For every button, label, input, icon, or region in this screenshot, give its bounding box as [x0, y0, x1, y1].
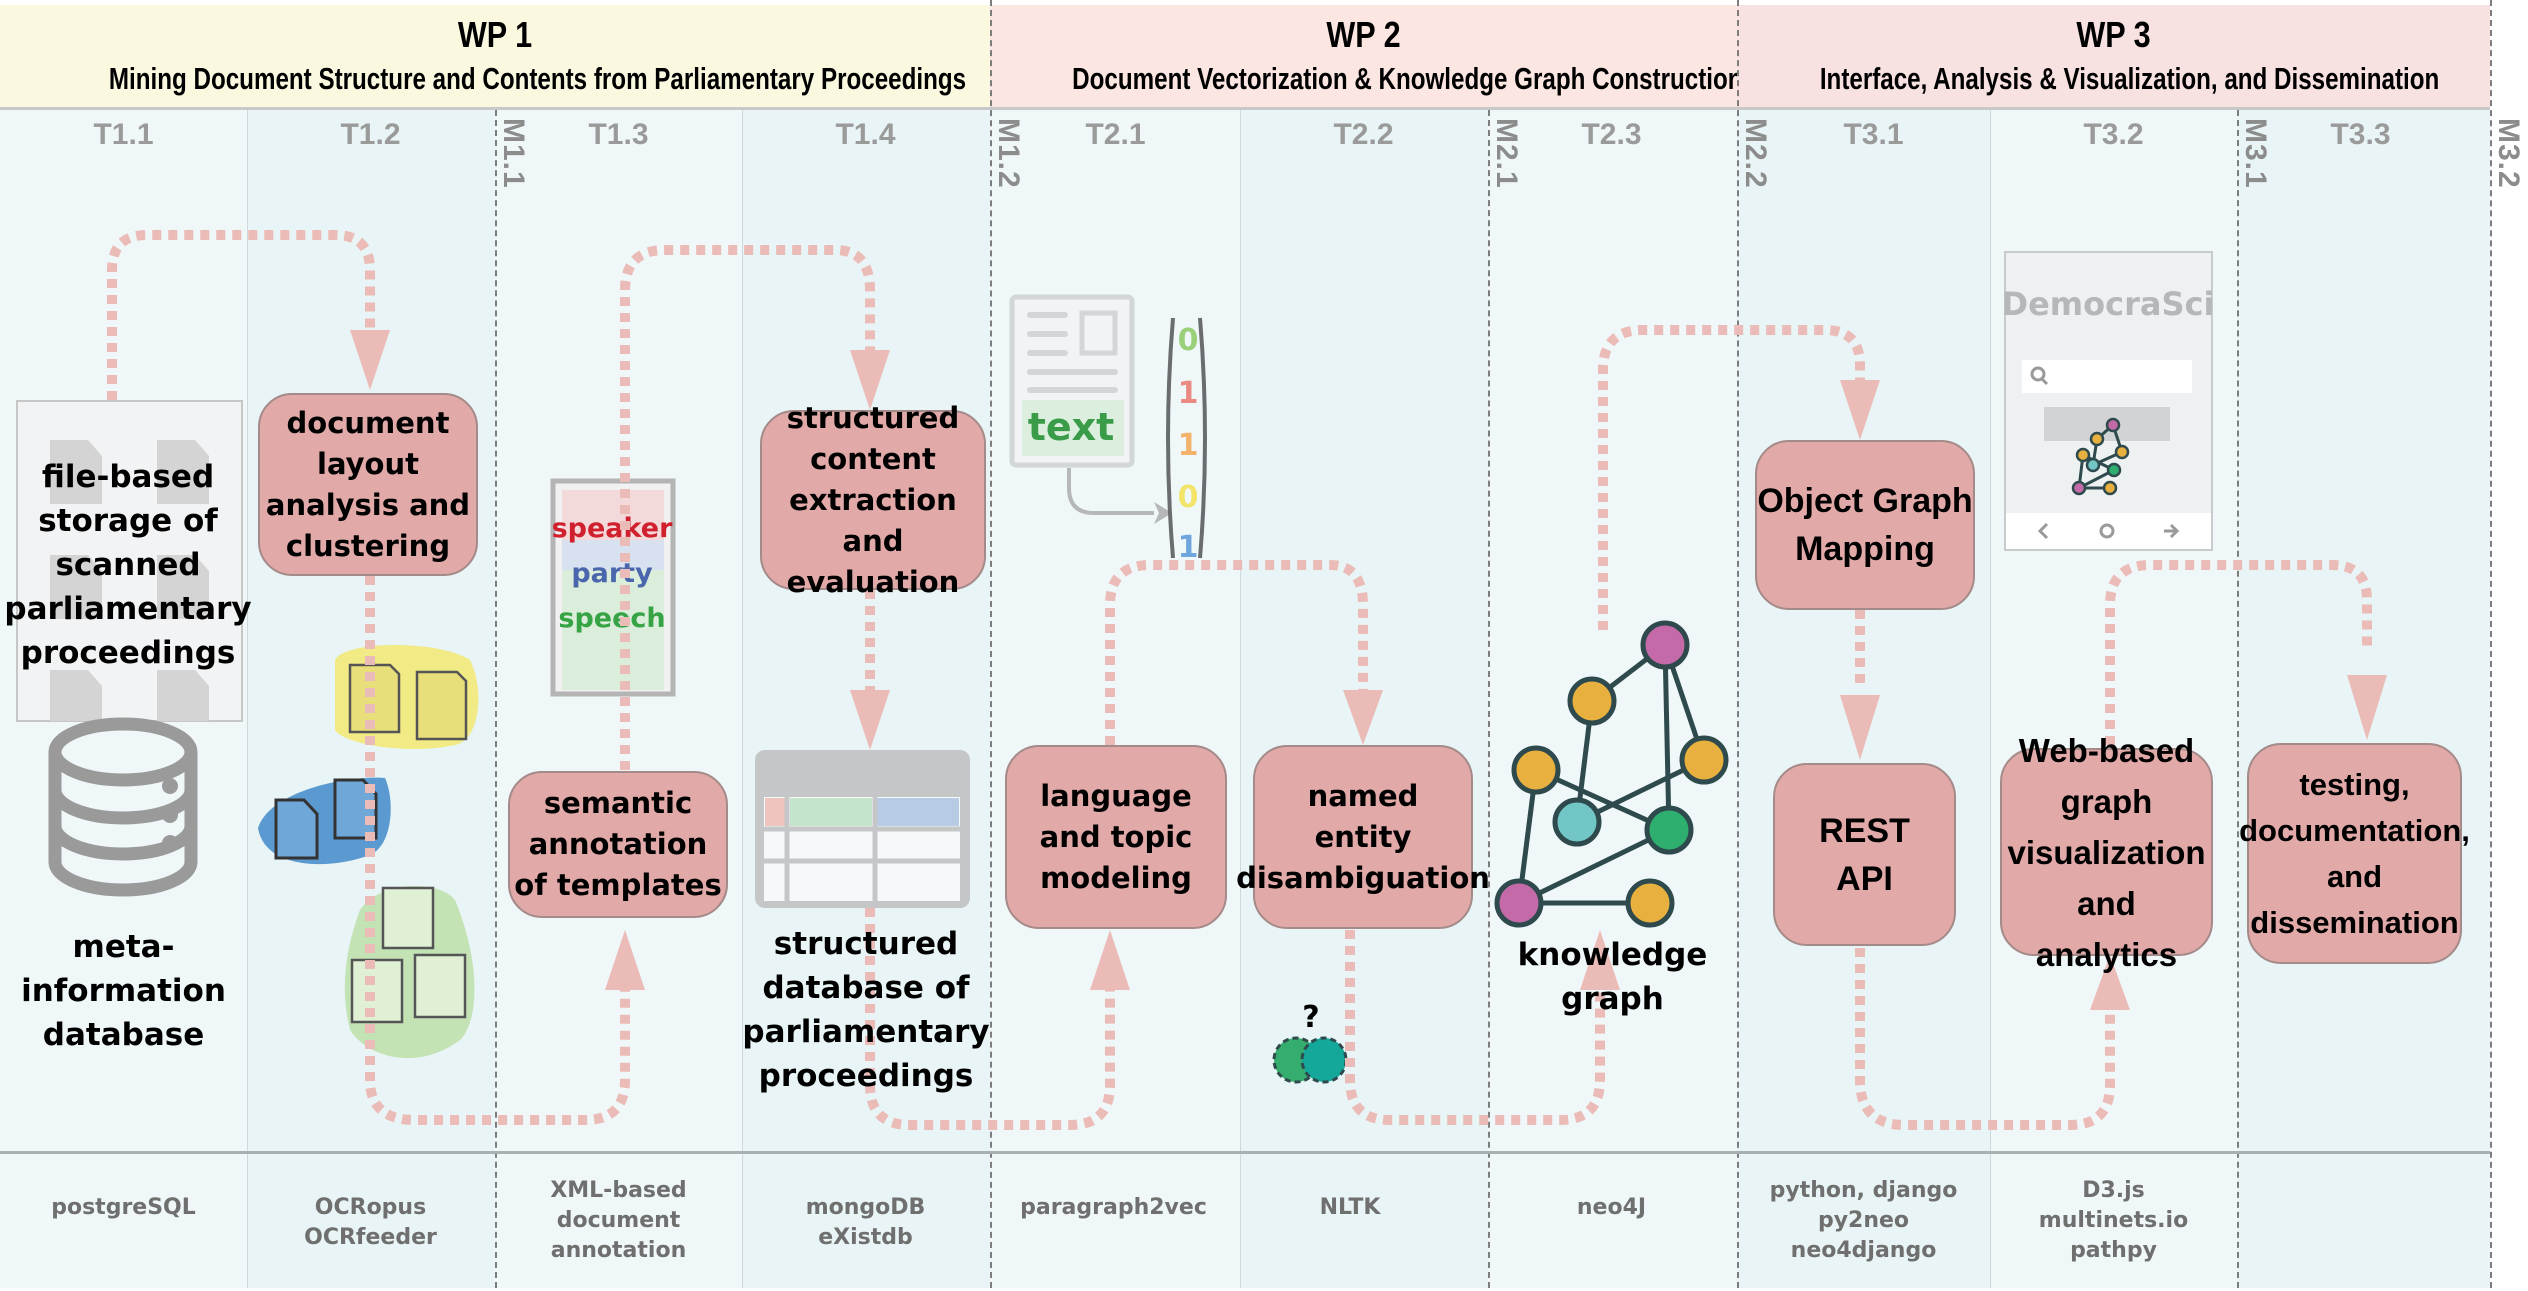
task-box-language-topic[interactable]: language and topic modeling — [1005, 745, 1227, 929]
template-word-party: party — [571, 558, 653, 589]
vector-digit: 1 — [1178, 376, 1199, 411]
task-box-structured-content[interactable]: structured content extraction and evalua… — [760, 401, 986, 599]
task-box-semantic-annotation[interactable]: semantic annotation of templates — [508, 771, 728, 918]
document-cluster-green-icon — [344, 886, 475, 1059]
task-box-object-graph-mapping[interactable]: Object Graph Mapping — [1755, 440, 1975, 610]
vector-digit: 1 — [1178, 530, 1199, 565]
task-box-document-layout[interactable]: document layout analysis and clustering — [258, 393, 478, 576]
flow-path — [107, 230, 375, 400]
template-word-speaker: speaker — [552, 513, 673, 544]
meta-database-label: meta- information database — [21, 929, 226, 1053]
vector-digit: 0 — [1178, 323, 1199, 358]
app-name: DemocraSci — [2002, 285, 2215, 323]
flow-path — [1105, 560, 1368, 745]
tech-label: paragraph2vec — [1020, 1195, 1207, 1220]
arrowhead-down — [1840, 695, 1880, 760]
tech-label: mongoDB eXistdb — [805, 1195, 926, 1250]
knowledge-graph-icon — [1494, 620, 1729, 928]
vectorize-arrow — [1067, 468, 1154, 515]
tech-label: OCRopus OCRfeeder — [304, 1195, 437, 1250]
tech-label: python, django py2neo neo4django — [1769, 1178, 1958, 1263]
tech-label: NLTK — [1319, 1195, 1381, 1220]
vector-bracket-left — [1166, 317, 1175, 559]
arrowhead-down — [1343, 690, 1383, 745]
knowledge-graph-label: knowledge graph — [1517, 937, 1708, 1017]
task-box-testing[interactable]: testing, documentation, and disseminatio… — [2239, 743, 2470, 964]
arrowhead-down — [2347, 675, 2387, 740]
file-storage-label: file-based storage of scanned parliament… — [4, 459, 252, 671]
task-box-rest-api[interactable]: REST API — [1773, 763, 1956, 946]
tech-label: neo4J — [1576, 1195, 1647, 1220]
structured-table-icon — [755, 750, 970, 908]
flow-path — [2105, 560, 2372, 745]
diagram-graphics: speaker party speech text 0 1 1 0 1 ? De… — [16, 230, 2387, 1130]
task-box-web-visualization[interactable]: Web-based graph visualization and analyt… — [2000, 732, 2213, 973]
database-icon — [48, 717, 198, 897]
arrowhead-up — [1090, 930, 1130, 990]
arrowhead-down — [350, 330, 390, 390]
tech-label: postgreSQL — [51, 1195, 196, 1220]
structured-database-label: structured database of parliamentary pro… — [742, 926, 990, 1094]
ambiguous-entities-icon — [1272, 1036, 1348, 1084]
vector-digit: 0 — [1178, 480, 1199, 515]
document-cluster-yellow-icon — [335, 645, 479, 750]
tech-label: XML-based document annotation — [550, 1178, 687, 1263]
question-mark: ? — [1302, 1000, 1319, 1035]
vector-bracket-right — [1198, 317, 1207, 559]
template-word-speech: speech — [558, 603, 665, 634]
database-dots — [162, 778, 178, 851]
task-box-named-entity[interactable]: named entity disambiguation — [1236, 745, 1490, 929]
arrowhead-down — [850, 690, 890, 750]
vector-digit: 1 — [1178, 428, 1199, 463]
arrowhead-up — [605, 930, 645, 990]
text-word: text — [1028, 405, 1115, 449]
arrowhead-down — [1840, 380, 1880, 440]
tech-label: D3.js multinets.io pathpy — [2038, 1178, 2189, 1263]
